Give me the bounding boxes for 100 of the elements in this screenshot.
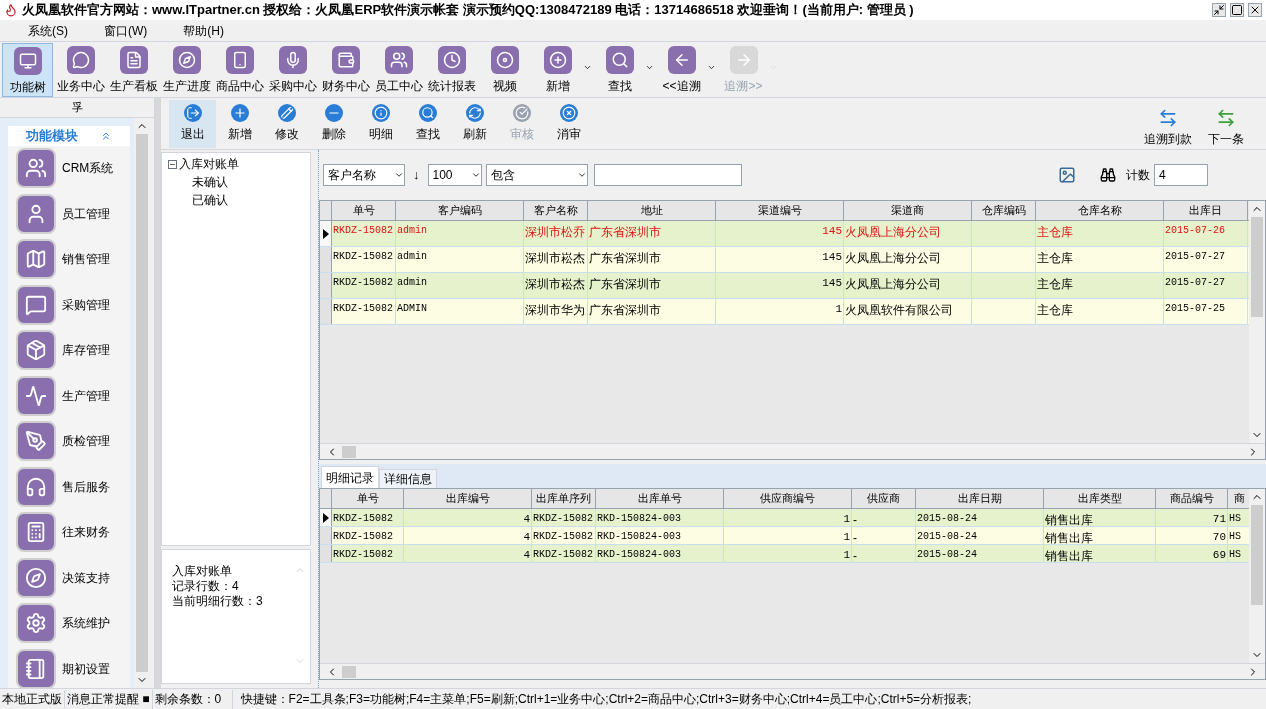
column-header[interactable]: 供应商 (852, 489, 916, 508)
column-header[interactable]: 出库类型 (1044, 489, 1156, 508)
menu-item[interactable]: 系统(S) (28, 21, 68, 40)
column-header[interactable]: 商品编号 (1156, 489, 1228, 508)
module-item[interactable]: 往来财务 (8, 509, 130, 555)
panel-header[interactable]: 孚 (71, 99, 83, 116)
row-indicator[interactable] (320, 221, 332, 246)
dropdown-caret-icon[interactable] (707, 63, 716, 72)
toolbar-icon (336, 51, 355, 69)
table-cell-text: 69 (1212, 548, 1226, 562)
toolbar-button[interactable]: 视频 (479, 43, 530, 97)
module-item[interactable]: 期初设置 (8, 646, 130, 692)
table-cell-text: 火凤凰软件有限公司 (845, 302, 953, 319)
toolbar-button[interactable]: 统计报表 (426, 43, 477, 97)
module-item[interactable]: 生产管理 (8, 373, 130, 419)
column-header[interactable]: 供应商编号 (724, 489, 852, 508)
toolbar-button[interactable]: 生产看板 (108, 43, 159, 97)
close-icon[interactable] (1248, 3, 1262, 17)
row-indicator[interactable] (320, 509, 332, 526)
nav-button[interactable]: 追溯到款 (1136, 99, 1200, 148)
tab[interactable]: 明细记录 (321, 466, 379, 488)
scrollbar-thumb[interactable] (136, 134, 148, 672)
action-button[interactable]: 删除 (310, 99, 357, 148)
toolbar-button[interactable]: 业务中心 (55, 43, 106, 97)
module-item[interactable]: 决策支持 (8, 555, 130, 601)
toolbar-button[interactable]: 新增 (532, 43, 583, 97)
search-field[interactable] (593, 164, 742, 186)
dropdown-caret-icon[interactable] (645, 63, 654, 72)
sort-icon[interactable]: ↓ (409, 165, 424, 185)
module-item[interactable]: 系统维护 (8, 600, 130, 646)
operator-select[interactable]: 包含 (485, 164, 588, 186)
binoculars-icon[interactable] (1100, 167, 1116, 183)
status-item: 本地正式版 (0, 689, 65, 709)
column-header[interactable]: 客户名称 (524, 201, 588, 220)
preview-icon[interactable] (1058, 166, 1076, 184)
module-item[interactable]: 售后服务 (8, 464, 130, 510)
table-cell-text: 火凤凰上海分公司 (845, 250, 941, 267)
app-logo-icon (4, 3, 18, 17)
tree-toggle[interactable] (168, 159, 177, 169)
scrollbar-thumb[interactable] (342, 445, 356, 458)
action-button[interactable]: 刷新 (451, 99, 498, 148)
module-item[interactable]: 采购管理 (8, 282, 130, 328)
toolbar-button[interactable]: 采购中心 (267, 43, 318, 97)
limit-select[interactable]: 100 (427, 164, 482, 186)
toolbar-button[interactable]: 生产进度 (161, 43, 212, 97)
column-header[interactable]: 出库单号 (596, 489, 724, 508)
dropdown-caret-icon[interactable] (583, 63, 592, 72)
tree-item[interactable]: 入库对账单 (179, 155, 239, 173)
minimize-icon[interactable] (1212, 3, 1226, 17)
table-cell-text: 145 (822, 224, 842, 239)
module-item[interactable]: CRM系统 (8, 145, 130, 191)
column-header[interactable]: 地址 (588, 201, 716, 220)
table-cell-text: 广东省深圳市 (589, 250, 661, 267)
toolbar-button[interactable]: 员工中心 (373, 43, 424, 97)
toolbar-button[interactable]: 查找 (594, 43, 645, 97)
scrollbar-thumb[interactable] (342, 665, 356, 678)
table-cell-text: HS (1229, 512, 1241, 526)
scrollbar-thumb[interactable] (1251, 505, 1263, 605)
module-item[interactable]: 员工管理 (8, 191, 130, 237)
column-header[interactable]: 仓库名称 (1036, 201, 1164, 220)
module-item[interactable]: 质检管理 (8, 418, 130, 464)
maximize-icon[interactable] (1230, 3, 1244, 17)
table-cell-text: RKDZ-15082 (533, 548, 593, 562)
column-header[interactable]: 单号 (332, 489, 404, 508)
toolbar-button[interactable]: 商品中心 (214, 43, 265, 97)
menu-item[interactable]: 帮助(H) (183, 21, 224, 40)
action-button[interactable]: 查找 (404, 99, 451, 148)
menu-item[interactable]: 窗口(W) (104, 21, 148, 40)
scrollbar-thumb[interactable] (1251, 217, 1263, 317)
field-select[interactable]: 客户名称 (323, 164, 405, 186)
toolbar-icon (495, 51, 514, 69)
action-button[interactable]: 退出 (169, 99, 216, 148)
action-button[interactable]: 新增 (216, 99, 263, 148)
action-button[interactable]: 修改 (263, 99, 310, 148)
column-header[interactable]: 单号 (332, 201, 396, 220)
column-header[interactable]: 仓库编码 (972, 201, 1036, 220)
column-header[interactable]: 渠道商 (844, 201, 972, 220)
nav-button[interactable]: 下一条 (1200, 99, 1252, 148)
toolbar-button[interactable]: 财务中心 (320, 43, 371, 97)
tree-item[interactable]: 未确认 (192, 175, 228, 189)
module-title: 功能模块 (26, 127, 78, 145)
module-item[interactable]: 库存管理 (8, 327, 130, 373)
toolbar-button[interactable]: 功能树 (2, 43, 53, 97)
module-icon (25, 384, 47, 407)
count-field[interactable]: 4 (1154, 164, 1208, 186)
module-item[interactable]: 销售管理 (8, 236, 130, 282)
tree-item[interactable]: 已确认 (192, 193, 228, 207)
table-cell-text: 主仓库 (1037, 250, 1073, 267)
column-header[interactable]: 出库日期 (916, 489, 1044, 508)
action-button[interactable]: 明细 (357, 99, 404, 148)
action-button[interactable]: 消审 (545, 99, 592, 148)
column-header[interactable]: 出库日 (1164, 201, 1248, 220)
table-cell-text: 1 (843, 530, 850, 544)
toolbar-button[interactable]: <<追溯 (656, 43, 707, 97)
column-header[interactable]: 渠道编号 (716, 201, 844, 220)
tab[interactable]: 详细信息 (379, 469, 437, 488)
column-header[interactable]: 出库单序列 (532, 489, 596, 508)
action-icon (183, 104, 202, 122)
column-header[interactable]: 客户编码 (396, 201, 524, 220)
column-header[interactable]: 出库编号 (404, 489, 532, 508)
